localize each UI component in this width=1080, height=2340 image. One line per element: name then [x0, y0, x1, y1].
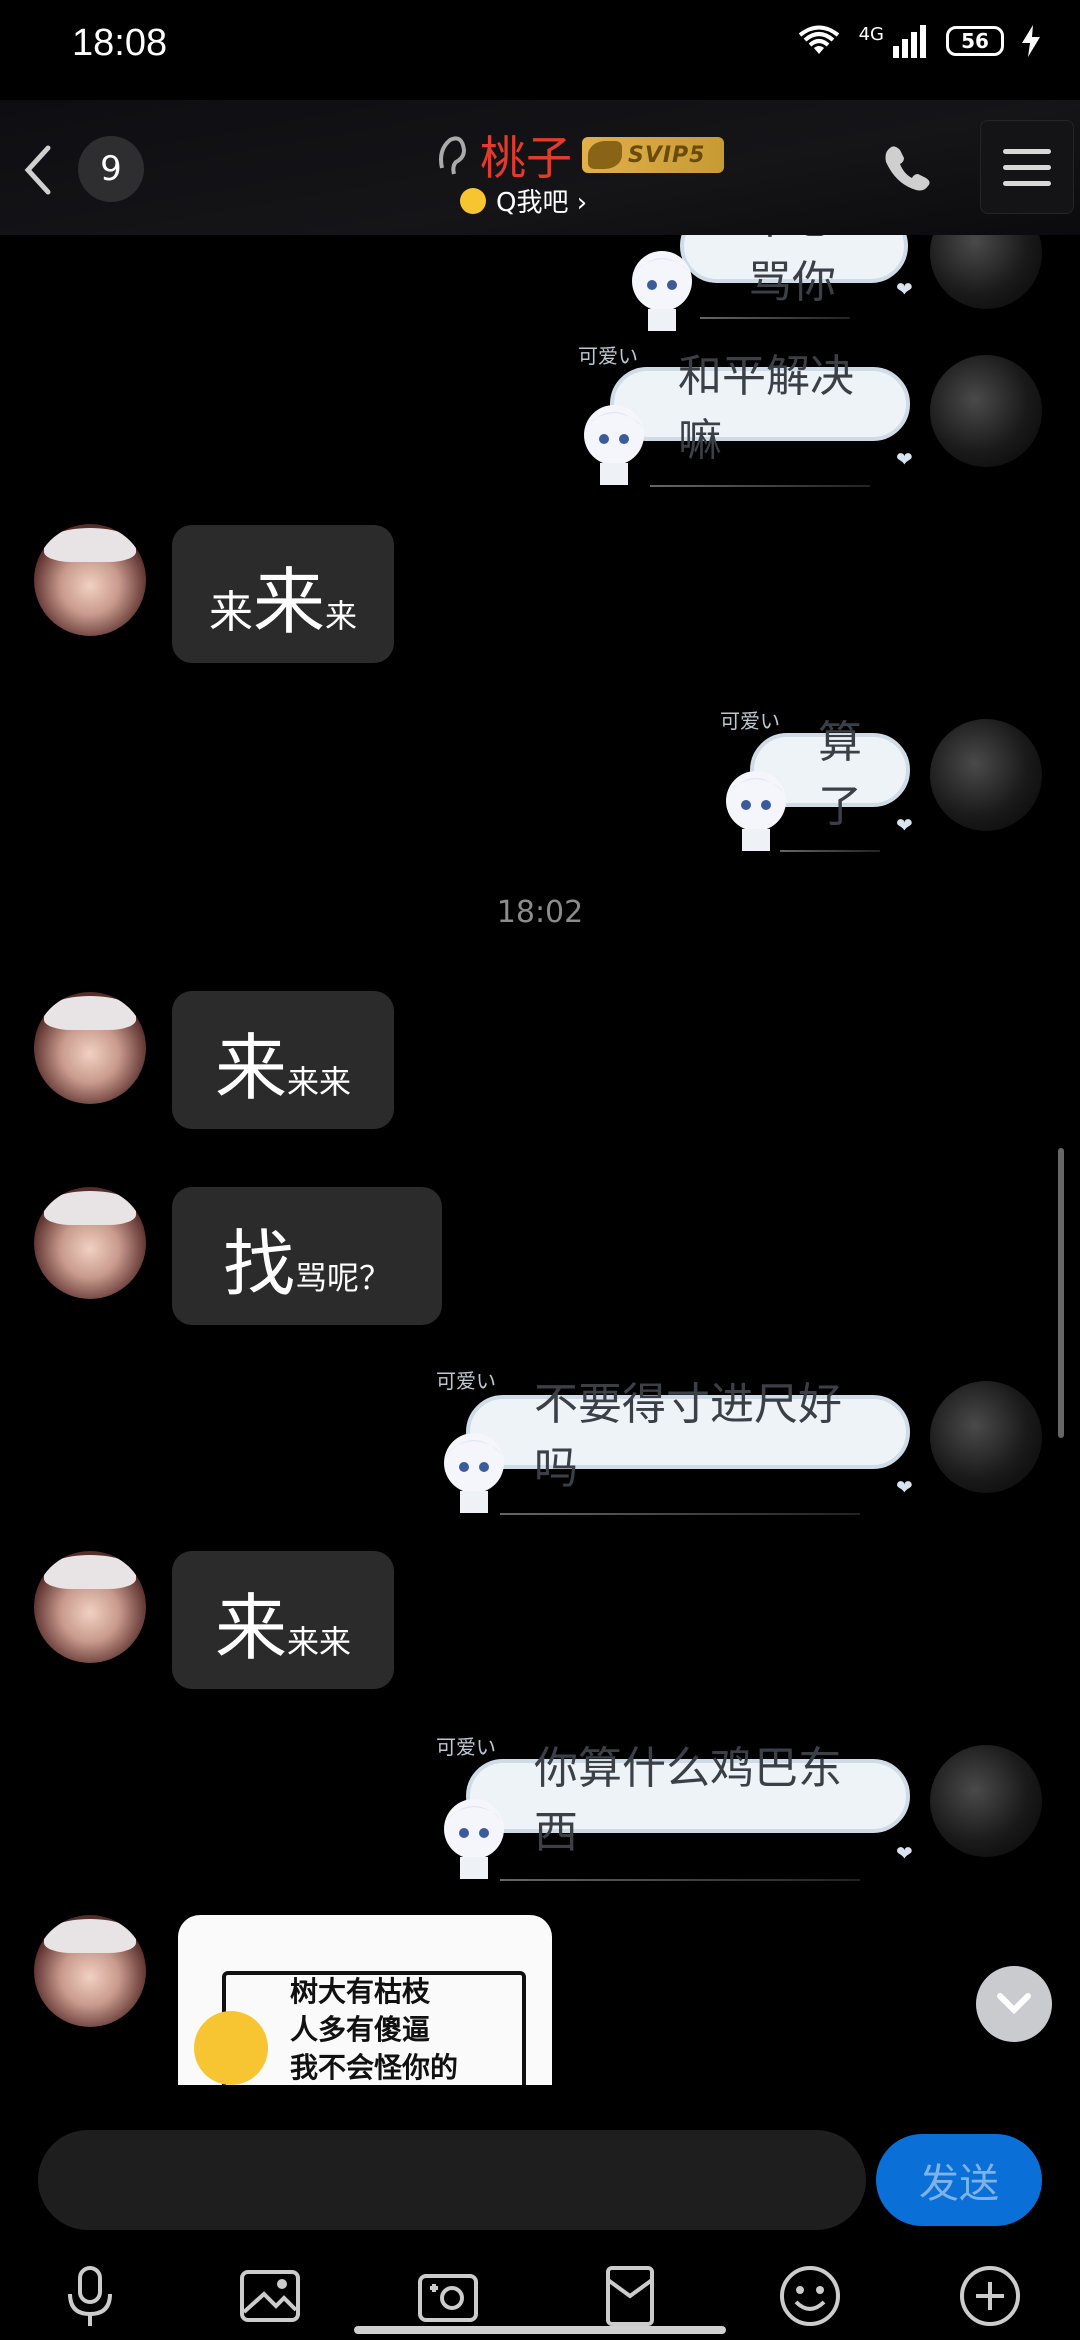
- heart-icon: ❤: [896, 1475, 913, 1499]
- scrollbar-thumb[interactable]: [1058, 1148, 1064, 1438]
- my-avatar[interactable]: [930, 719, 1042, 831]
- back-arrow-icon[interactable]: [18, 140, 58, 200]
- incoming-bubble[interactable]: 找 骂呢？: [172, 1187, 442, 1325]
- my-avatar[interactable]: [930, 1381, 1042, 1493]
- contact-avatar[interactable]: [34, 992, 146, 1104]
- message-tag: 可爱い: [436, 1369, 496, 1393]
- outgoing-bubble[interactable]: 你算什么鸡巴东西: [466, 1743, 910, 1858]
- message-tag: 可爱い: [578, 344, 638, 368]
- my-avatar[interactable]: [930, 355, 1042, 467]
- phone-icon[interactable]: [880, 140, 936, 196]
- outgoing-bubble[interactable]: 不要得寸进尺好吗: [466, 1379, 910, 1494]
- plus-icon[interactable]: [956, 2262, 1024, 2330]
- anime-boy-sticker-icon: [444, 1799, 504, 1879]
- send-button[interactable]: 发送: [876, 2134, 1042, 2226]
- network-label: 4G: [858, 24, 884, 45]
- heart-icon: ❤: [896, 813, 913, 837]
- outgoing-bubble[interactable]: 和平解决嘛: [610, 351, 910, 466]
- svip-badge: SVIP5: [582, 137, 724, 173]
- chat-messages[interactable]: 不想骂你 ❤ 可爱い 和平解决嘛 ❤ 来 来 来 可爱い 算了 ❤ 18:02: [0, 235, 1080, 2085]
- camera-icon[interactable]: [414, 2262, 482, 2330]
- anime-boy-sticker-icon: [632, 251, 692, 331]
- home-indicator[interactable]: [354, 2326, 726, 2334]
- message-tag: 可爱い: [436, 1735, 496, 1759]
- status-time: 18:08: [72, 22, 168, 64]
- scroll-to-bottom-button[interactable]: [976, 1966, 1052, 2042]
- status-icons: 4G 56: [797, 24, 1040, 58]
- incoming-bubble[interactable]: 来 来 来: [172, 525, 394, 663]
- emoji-icon[interactable]: [776, 2262, 844, 2330]
- message-input[interactable]: [38, 2130, 866, 2230]
- status-bar: 18:08 4G 56: [0, 0, 1080, 96]
- wifi-icon: [798, 25, 839, 54]
- message-tag: 可爱い: [720, 709, 780, 733]
- input-bar: 发送: [0, 2100, 1080, 2340]
- smiley-icon: [460, 187, 486, 214]
- smiley-sticker-icon: [194, 2011, 268, 2085]
- chat-toolbar: [0, 2262, 1080, 2332]
- outgoing-bubble[interactable]: 不想骂你: [680, 235, 908, 308]
- signal-icon: [893, 25, 926, 58]
- incoming-bubble[interactable]: 来 来来: [172, 991, 394, 1129]
- anime-boy-sticker-icon: [444, 1433, 504, 1513]
- anime-boy-sticker-icon: [584, 405, 644, 485]
- chevron-down-icon: [997, 1993, 1031, 2015]
- red-packet-icon[interactable]: [596, 2262, 664, 2330]
- heart-icon: ❤: [896, 1841, 913, 1865]
- charging-icon: [1022, 25, 1040, 57]
- chat-header: 9 桃子 SVIP5 Q我吧 ›: [0, 100, 1080, 235]
- anime-boy-sticker-icon: [726, 771, 786, 851]
- time-separator: 18:02: [496, 895, 584, 930]
- contact-avatar[interactable]: [34, 1915, 146, 2027]
- image-icon[interactable]: [236, 2262, 304, 2330]
- contact-avatar[interactable]: [34, 1551, 146, 1663]
- contact-title[interactable]: 桃子 SVIP5: [430, 122, 724, 188]
- menu-button[interactable]: [980, 120, 1074, 214]
- battery-indicator: 56: [946, 26, 1004, 56]
- contact-status-text: Q我吧 ›: [496, 188, 588, 218]
- ear-icon: [439, 136, 467, 175]
- unread-count-badge[interactable]: 9: [78, 136, 144, 202]
- heart-icon: ❤: [896, 277, 913, 301]
- my-avatar[interactable]: [930, 235, 1042, 309]
- contact-status[interactable]: Q我吧 ›: [460, 182, 587, 219]
- mic-icon[interactable]: [56, 2262, 124, 2330]
- heart-icon: ❤: [896, 447, 913, 471]
- contact-name: 桃子: [480, 131, 572, 185]
- image-message[interactable]: 树大有枯枝 人多有傻逼 我不会怪你的: [178, 1915, 552, 2085]
- my-avatar[interactable]: [930, 1745, 1042, 1857]
- contact-avatar[interactable]: [34, 1187, 146, 1299]
- contact-avatar[interactable]: [34, 524, 146, 636]
- incoming-bubble[interactable]: 来 来来: [172, 1551, 394, 1689]
